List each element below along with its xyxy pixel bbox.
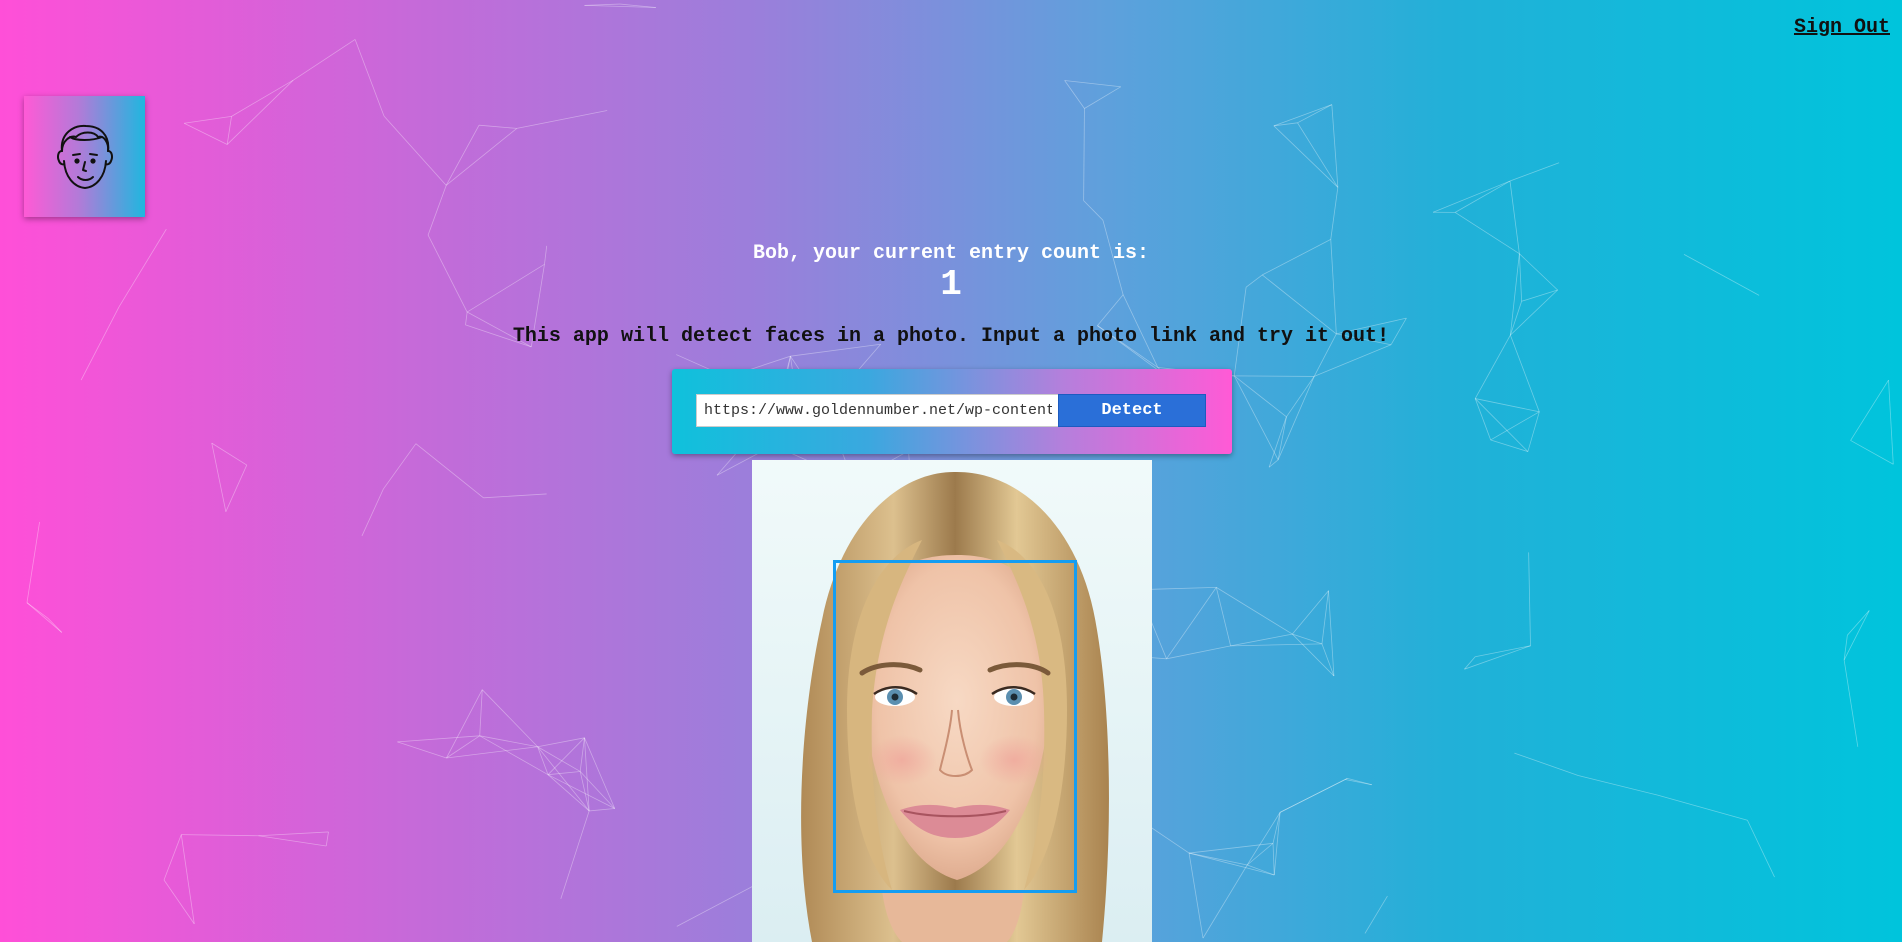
face-outline-icon (56, 124, 113, 189)
sign-out-link[interactable]: Sign Out (1794, 16, 1890, 39)
face-bounding-box (833, 560, 1077, 893)
detection-image (752, 460, 1152, 942)
logo[interactable] (24, 96, 145, 217)
intro-text: This app will detect faces in a photo. I… (512, 325, 1390, 348)
entry-count-message: Bob, your current entry count is: (752, 242, 1150, 265)
entry-count-value: 1 (940, 264, 962, 305)
detect-button[interactable]: Detect (1058, 394, 1206, 427)
image-link-form: Detect (672, 369, 1232, 454)
image-url-input[interactable] (696, 394, 1060, 427)
